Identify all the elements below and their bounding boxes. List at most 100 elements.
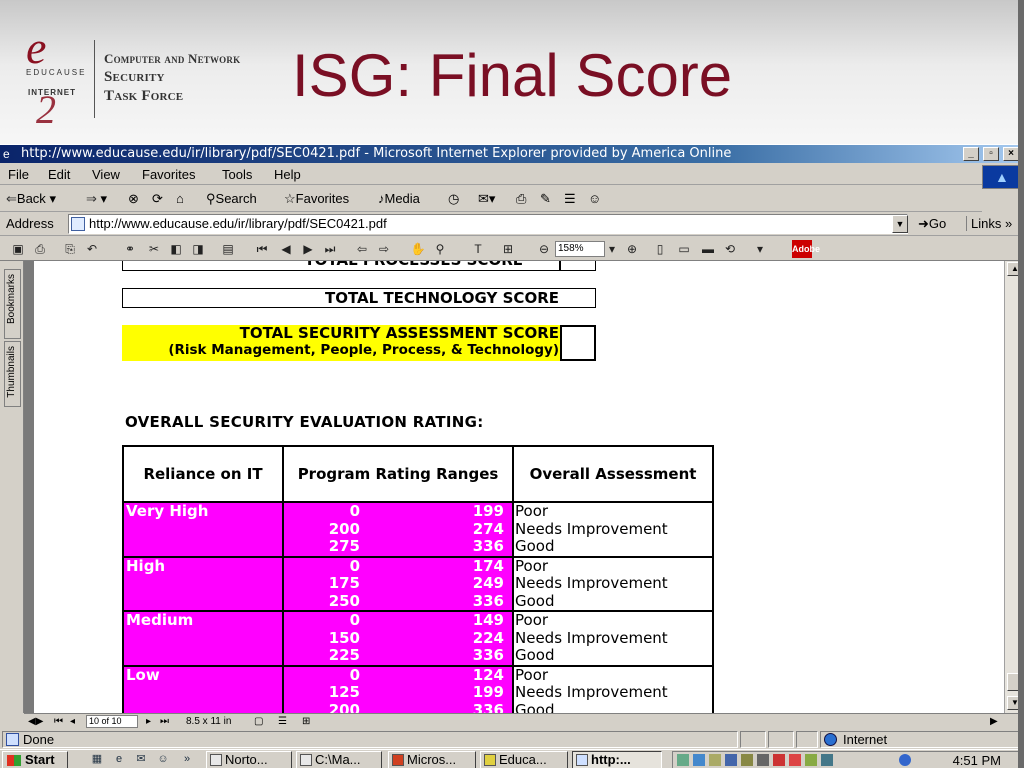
go-button[interactable]: ➜Go [918, 216, 946, 232]
menu-edit[interactable]: Edit [48, 167, 70, 182]
rotate-icon[interactable]: ⟲ [722, 241, 738, 257]
last-page-icon[interactable]: ⏭ [160, 716, 169, 727]
taskbar-clock[interactable]: 4:51 PM [953, 753, 1001, 768]
print-icon[interactable]: ⎙ [516, 191, 526, 207]
quicklaunch-app-icon[interactable]: ☺ [156, 753, 170, 766]
previous-page-icon[interactable]: ◀ [278, 241, 294, 257]
assessment-cell: Poor Needs Improvement Good [512, 664, 714, 713]
continuous-page-icon[interactable]: ☰ [278, 716, 287, 727]
zoom-level-field[interactable]: 158% [555, 241, 605, 257]
links-button[interactable]: Links » [966, 216, 1012, 231]
graphics-select-icon[interactable]: ⊞ [500, 241, 516, 257]
refresh-icon[interactable]: ⟳ [152, 191, 163, 207]
back-dropdown-icon[interactable]: ▾ [49, 191, 56, 206]
page-number-field[interactable]: 10 of 10 [86, 715, 138, 728]
address-url: http://www.educause.edu/ir/library/pdf/S… [89, 216, 387, 231]
adobe-icon[interactable]: Adobe [792, 240, 820, 258]
mail-icon[interactable]: ✉▾ [478, 191, 495, 207]
maximize-button[interactable]: ▫ [983, 147, 999, 161]
hand-tool-icon[interactable]: ✋ [410, 241, 426, 257]
page-back-icon[interactable]: ◧ [168, 241, 184, 257]
history-icon[interactable]: ◷ [448, 191, 459, 207]
forward-dropdown-icon[interactable]: ▾ [101, 191, 108, 206]
reliance-label: Low [126, 665, 160, 684]
tray-security-icon[interactable] [789, 754, 801, 766]
home-icon[interactable]: ⌂ [176, 191, 184, 206]
next-page-icon[interactable]: ▸ [146, 716, 151, 727]
go-back-icon[interactable]: ⇦ [354, 241, 370, 257]
first-page-icon[interactable]: ⏮ [254, 241, 270, 257]
find-icon[interactable]: ⚭ [122, 241, 138, 257]
start-button[interactable]: Start [2, 751, 68, 768]
tray-network-icon[interactable] [693, 754, 705, 766]
menu-view[interactable]: View [92, 167, 120, 182]
minimize-button[interactable]: _ [963, 147, 979, 161]
print-icon[interactable]: ⎙ [32, 241, 48, 257]
menu-tools[interactable]: Tools [222, 167, 252, 182]
menu-favorites[interactable]: Favorites [142, 167, 195, 182]
menu-help[interactable]: Help [274, 167, 301, 182]
fit-width-icon[interactable]: ▬ [700, 241, 716, 257]
media-button[interactable]: ♪Media [378, 191, 420, 206]
forward-button[interactable]: ⇒ ▾ [86, 191, 107, 207]
zoom-in-icon[interactable]: ⊕ [624, 241, 640, 257]
bookmarks-tab[interactable]: Bookmarks [4, 269, 21, 339]
first-page-icon[interactable]: ⏮ [54, 716, 63, 727]
range-low: 150 [328, 628, 360, 647]
stop-icon[interactable]: ⊗ [128, 191, 139, 207]
tray-misc-icon[interactable] [821, 754, 833, 766]
task-http-browser[interactable]: http:... [572, 751, 662, 768]
single-page-icon[interactable]: ▢ [254, 716, 263, 727]
messenger-icon[interactable]: ☺ [588, 191, 601, 206]
copy-icon[interactable]: ⎘ [62, 241, 78, 257]
go-forward-icon[interactable]: ⇨ [376, 241, 392, 257]
search-button[interactable]: ⚲Search [206, 191, 257, 207]
tray-monitor-icon[interactable] [725, 754, 737, 766]
window-titlebar[interactable]: e http://www.educause.edu/ir/library/pdf… [0, 145, 1024, 163]
quicklaunch-overflow-icon[interactable]: » [180, 753, 194, 766]
thumbnails-tab[interactable]: Thumbnails [4, 341, 21, 407]
task-explorer-folder[interactable]: C:\Ma... [296, 751, 382, 768]
tray-device-icon[interactable] [741, 754, 753, 766]
page-layout-icon[interactable]: ◀▶ [28, 716, 43, 727]
outlook-quicklaunch-icon[interactable]: ✉ [134, 753, 148, 766]
favorites-button[interactable]: ☆Favorites [284, 191, 349, 207]
tray-connection-icon[interactable] [899, 754, 911, 766]
close-button[interactable]: × [1003, 147, 1019, 161]
fit-page-icon[interactable]: ▭ [676, 241, 692, 257]
discuss-icon[interactable]: ☰ [564, 191, 576, 207]
tray-app-icon[interactable] [677, 754, 689, 766]
task-microsoft[interactable]: Micros... [388, 751, 476, 768]
save-icon[interactable]: ▣ [10, 241, 26, 257]
facing-pages-icon[interactable]: ⊞ [302, 716, 310, 727]
text-select-icon[interactable]: T [470, 241, 486, 257]
next-page-icon[interactable]: ▶ [300, 241, 316, 257]
tray-display-icon[interactable] [757, 754, 769, 766]
edit-icon[interactable]: ✎ [540, 191, 551, 207]
zoom-dropdown-icon[interactable]: ▾ [604, 241, 620, 257]
show-desktop-icon[interactable]: ▦ [90, 753, 104, 766]
undo-icon[interactable]: ↶ [84, 241, 100, 257]
zoom-tool-icon[interactable]: ⚲ [432, 241, 448, 257]
menu-file[interactable]: File [8, 167, 29, 182]
address-input[interactable]: http://www.educause.edu/ir/library/pdf/S… [68, 214, 908, 234]
actual-size-icon[interactable]: ▯ [652, 241, 668, 257]
pane-divider[interactable] [24, 261, 34, 713]
task-norton[interactable]: Norto... [206, 751, 292, 768]
address-dropdown-icon[interactable]: ▼ [892, 215, 908, 233]
outline-icon[interactable]: ▤ [220, 241, 236, 257]
scroll-right-icon[interactable]: ▶ [990, 716, 998, 727]
tray-sync-icon[interactable] [805, 754, 817, 766]
zoom-out-icon[interactable]: ⊖ [536, 241, 552, 257]
cut-icon[interactable]: ✂ [146, 241, 162, 257]
tray-antivirus-icon[interactable] [773, 754, 785, 766]
page-forward-icon[interactable]: ◨ [190, 241, 206, 257]
more-tools-icon[interactable]: ▾ [752, 241, 768, 257]
task-force-line: Computer and Network [104, 51, 241, 66]
previous-page-icon[interactable]: ◂ [70, 716, 75, 727]
internet-explorer-quicklaunch-icon[interactable]: e [112, 753, 126, 766]
tray-volume-icon[interactable] [709, 754, 721, 766]
last-page-icon[interactable]: ⏭ [322, 241, 338, 257]
task-educause[interactable]: Educa... [480, 751, 568, 768]
back-button[interactable]: ⇐Back ▾ [6, 191, 56, 207]
